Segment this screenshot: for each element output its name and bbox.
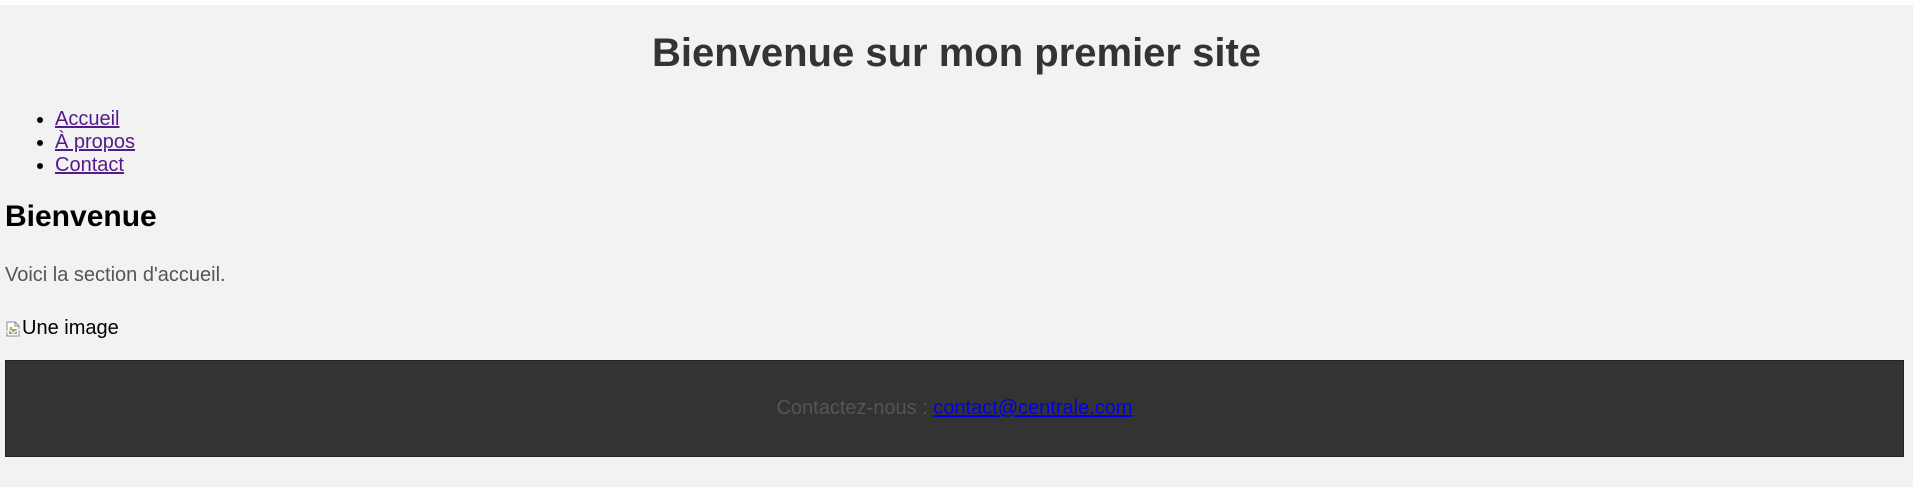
section-paragraph: Voici la section d'accueil. xyxy=(5,264,226,286)
nav-menu: Accueil À propos Contact xyxy=(0,108,135,177)
footer-label: Contactez-nous : xyxy=(776,397,934,419)
nav-item-a-propos: À propos xyxy=(55,131,135,154)
broken-image: Une image xyxy=(5,316,119,340)
section-heading: Bienvenue xyxy=(5,200,157,233)
nav-link-accueil[interactable]: Accueil xyxy=(55,108,119,130)
nav-item-accueil: Accueil xyxy=(55,108,135,131)
broken-image-icon xyxy=(5,320,21,337)
broken-image-alt-text: Une image xyxy=(22,316,119,339)
footer-email-link[interactable]: contact@centrale.com xyxy=(933,397,1132,419)
page-title: Bienvenue sur mon premier site xyxy=(651,31,1262,75)
nav-link-contact[interactable]: Contact xyxy=(55,154,124,176)
footer-text: Contactez-nous : contact@centrale.com xyxy=(776,397,1132,420)
nav-item-contact: Contact xyxy=(55,154,135,177)
site-footer: Contactez-nous : contact@centrale.com xyxy=(5,360,1904,457)
nav-link-a-propos[interactable]: À propos xyxy=(55,131,135,153)
